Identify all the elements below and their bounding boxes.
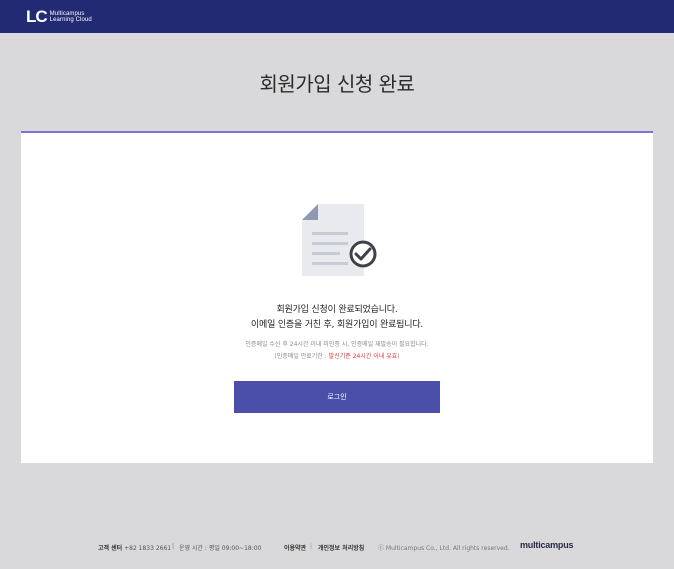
customer-center-phone: +82 1833 2661: [124, 545, 172, 552]
logo-text: Multicampus Learning Cloud: [50, 11, 92, 23]
footer-brand-logo: multicampus: [520, 540, 574, 550]
operating-hours: 운영 시간 : 평일 09:00~18:00: [179, 545, 262, 552]
customer-center: 고객 센터 +82 1833 2661: [98, 543, 171, 552]
verification-note: 인증메일 수신 후 24시간 이내 미인증 시, 인증메일 재발송이 필요합니다…: [245, 341, 429, 348]
completion-message-line1: 회원가입 신청이 완료되었습니다.: [276, 305, 398, 315]
expiry-suffix: ): [397, 353, 400, 360]
logo[interactable]: LC Multicampus Learning Cloud: [26, 8, 92, 25]
verification-expiry-note: (인증메일 만료기한 : 발신기준 24시간 이내 유효): [21, 351, 653, 360]
copyright: ⓒ Multicampus Co., Ltd. All rights reser…: [378, 545, 510, 552]
terms-link[interactable]: 이용약관: [284, 543, 306, 552]
logo-mark: LC: [26, 7, 48, 26]
logo-line2: Learning Cloud: [49, 16, 92, 23]
privacy-policy-link[interactable]: 개인정보 처리방침: [318, 543, 364, 552]
footer-separator: |: [172, 543, 175, 550]
document-check-icon: [302, 204, 377, 276]
customer-center-label: 고객 센터: [98, 545, 123, 552]
page-title: 회원가입 신청 완료: [259, 72, 415, 96]
expiry-prefix: (인증메일 만료기한 :: [274, 353, 329, 360]
completion-card: 회원가입 신청이 완료되었습니다. 이메일 인증을 거친 후, 회원가입이 완료…: [21, 131, 653, 463]
footer-separator-2: |: [310, 543, 313, 550]
top-header: LC Multicampus Learning Cloud: [0, 0, 674, 33]
footer: 고객 센터 +82 1833 2661 | 운영 시간 : 평일 09:00~1…: [0, 540, 674, 553]
login-button[interactable]: 로그인: [234, 381, 440, 413]
expiry-highlight: 발신기준 24시간 이내 유효: [328, 353, 398, 360]
completion-message-line2: 이메일 인증을 거친 후, 회원가입이 완료됩니다.: [250, 320, 424, 330]
